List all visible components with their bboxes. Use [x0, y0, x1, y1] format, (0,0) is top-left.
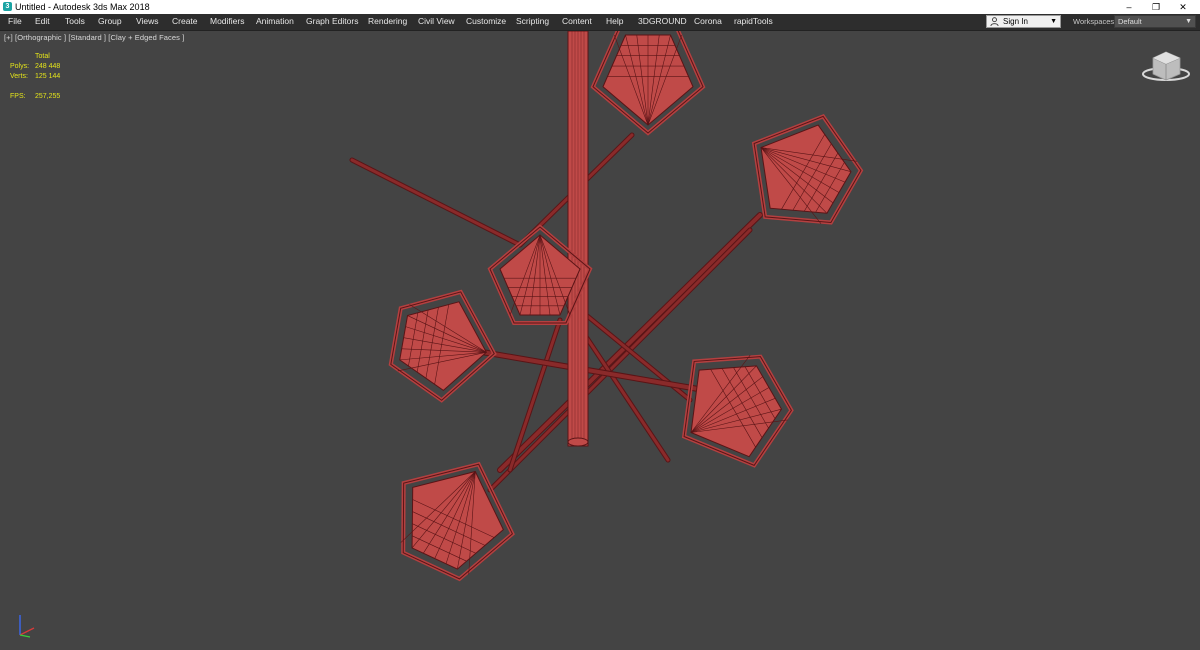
viewcube-icon[interactable] [1142, 51, 1190, 81]
menu-group[interactable]: Group [98, 14, 122, 30]
menu-tools[interactable]: Tools [65, 14, 85, 30]
menu-bar: File Edit Tools Group Views Create Modif… [0, 14, 1200, 31]
close-button[interactable]: ✕ [1170, 0, 1196, 14]
menu-rendering[interactable]: Rendering [368, 14, 407, 30]
3ds-max-icon: 3 [3, 2, 12, 11]
sign-in-label: Sign In [1003, 17, 1028, 26]
workspaces-label: Workspaces: [1073, 17, 1117, 26]
window-title: Untitled - Autodesk 3ds Max 2018 [15, 2, 150, 12]
menu-animation[interactable]: Animation [256, 14, 294, 30]
menu-rapidtools[interactable]: rapidTools [734, 14, 773, 30]
menu-content[interactable]: Content [562, 14, 592, 30]
stats-verts-value: 125 144 [35, 73, 61, 80]
viewport-label[interactable]: [+] [Orthographic ] [Standard ] [Clay + … [4, 33, 184, 42]
stats-header: Total [35, 53, 50, 60]
lamp-shade [388, 289, 497, 403]
menu-edit[interactable]: Edit [35, 14, 50, 30]
stats-fps-value: 257,255 [35, 93, 61, 100]
minimize-button[interactable]: – [1116, 0, 1142, 14]
stats-fps-label: FPS: [10, 93, 26, 100]
menu-modifiers[interactable]: Modifiers [210, 14, 244, 30]
menu-3dground[interactable]: 3DGROUND [638, 14, 687, 30]
menu-customize[interactable]: Customize [466, 14, 506, 30]
axis-tripod-icon [19, 615, 35, 638]
chevron-down-icon: ▼ [1185, 18, 1192, 25]
menu-create[interactable]: Create [172, 14, 198, 30]
lamp-shade [590, 31, 706, 136]
chandelier-model[interactable] [349, 31, 875, 591]
scene-view[interactable] [0, 31, 1200, 650]
sign-in-dropdown[interactable]: Sign In ▼ [986, 15, 1061, 28]
menu-help[interactable]: Help [606, 14, 623, 30]
user-icon [990, 17, 999, 26]
workspaces-value: Default [1118, 17, 1142, 26]
stats-verts-label: Verts: [10, 73, 28, 80]
menu-graph-editors[interactable]: Graph Editors [306, 14, 358, 30]
stats-polys-value: 248 448 [35, 63, 61, 70]
chevron-down-icon: ▼ [1050, 18, 1057, 25]
menu-civil-view[interactable]: Civil View [418, 14, 455, 30]
viewport[interactable]: [+] [Orthographic ] [Standard ] [Clay + … [0, 31, 1200, 650]
rod [350, 158, 522, 247]
stats-polys-label: Polys: [10, 63, 30, 70]
menu-file[interactable]: File [8, 14, 22, 30]
menu-views[interactable]: Views [136, 14, 159, 30]
stem-cap [567, 437, 589, 447]
workspaces-select[interactable]: Default ▼ [1114, 15, 1196, 28]
title-bar: 3 Untitled - Autodesk 3ds Max 2018 – ❐ ✕ [0, 0, 1200, 14]
menu-corona[interactable]: Corona [694, 14, 722, 30]
restore-button[interactable]: ❐ [1143, 0, 1169, 14]
menu-scripting[interactable]: Scripting [516, 14, 549, 30]
lamp-shade [681, 354, 794, 468]
